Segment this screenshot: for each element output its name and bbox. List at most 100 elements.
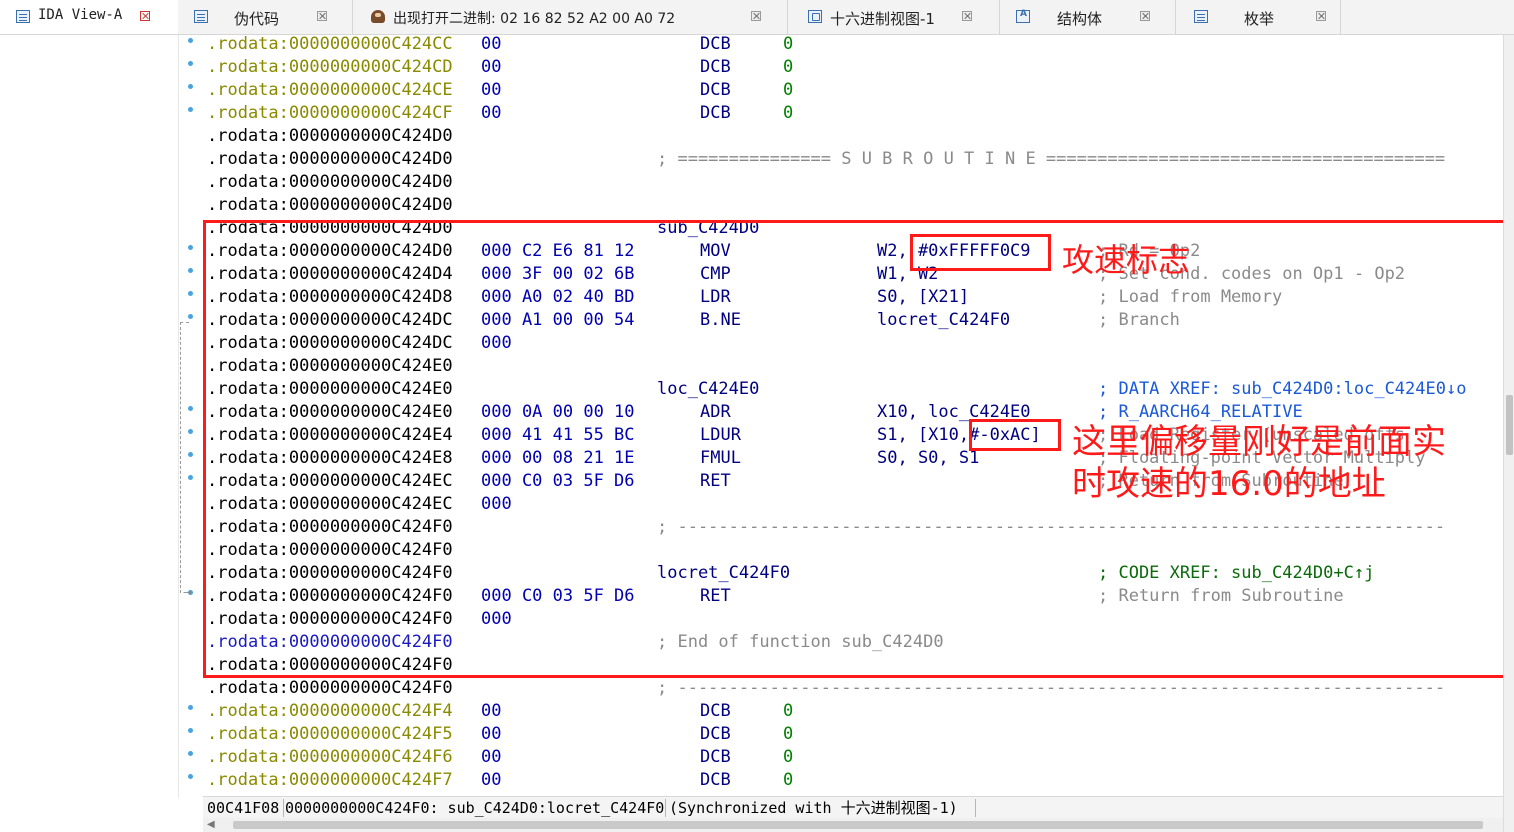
tab-label: 十六进制视图-1 xyxy=(830,10,935,28)
tab-label: 伪代码 xyxy=(234,10,280,28)
listing-row[interactable]: .rodata:0000000000C424CF 00 DCB 0 xyxy=(203,102,1503,125)
branch-arrow xyxy=(180,322,189,593)
address: .rodata:0000000000C424CF xyxy=(207,103,453,123)
opcode-bytes: 00 xyxy=(481,747,502,767)
data-value: 0 xyxy=(783,57,794,77)
tab-binary-search[interactable]: 出现打开二进制: 02 16 82 52 A2 00 A0 72 xyxy=(353,0,788,34)
horizontal-scroll-thumb[interactable] xyxy=(233,821,1483,829)
opcode-bytes: 00 xyxy=(481,103,502,123)
vertical-scroll-thumb[interactable] xyxy=(1506,395,1513,455)
arrows-gutter: → xyxy=(178,35,204,798)
structures-icon xyxy=(1016,9,1030,23)
listing-row[interactable]: .rodata:0000000000C424F0 ; --------------… xyxy=(203,677,1503,700)
listing-row[interactable]: .rodata:0000000000C424F6 00 DCB 0 xyxy=(203,746,1503,769)
breakpoint-dot[interactable] xyxy=(188,705,193,710)
ida-view-icon xyxy=(16,10,30,23)
close-icon[interactable] xyxy=(1140,11,1150,21)
separator-comment: ; =============== S U B R O U T I N E ==… xyxy=(657,149,1446,169)
breakpoint-dot[interactable] xyxy=(188,314,193,319)
tab-label: 出现打开二进制: 02 16 82 52 A2 00 A0 72 xyxy=(393,11,676,27)
offset-note-line1: 这里偏移量刚好是前面实 xyxy=(1072,422,1446,462)
breakpoint-dot[interactable] xyxy=(188,728,193,733)
pseudocode-icon xyxy=(194,10,208,23)
offset-note-line2: 时攻速的16.0的地址 xyxy=(1072,464,1386,504)
status-offset: 00C41F08 xyxy=(207,799,280,817)
close-icon[interactable] xyxy=(140,11,150,21)
address: .rodata:0000000000C424D0 xyxy=(207,149,453,169)
listing-row[interactable]: .rodata:0000000000C424D0 xyxy=(203,171,1503,194)
data-value: 0 xyxy=(783,80,794,100)
breakpoint-dot[interactable] xyxy=(188,774,193,779)
scroll-left-icon[interactable]: ◀ xyxy=(207,819,215,830)
data-value: 0 xyxy=(783,103,794,123)
breakpoint-dot[interactable] xyxy=(188,268,193,273)
data-value: 0 xyxy=(783,35,794,54)
listing-row[interactable]: .rodata:0000000000C424D0 xyxy=(203,125,1503,148)
listing-row[interactable]: .rodata:0000000000C424CD 00 DCB 0 xyxy=(203,56,1503,79)
user-avatar-icon xyxy=(371,10,385,23)
status-divider xyxy=(975,799,976,817)
breakpoint-dot[interactable] xyxy=(188,107,193,112)
opcode-bytes: 00 xyxy=(481,57,502,77)
mnemonic: DCB xyxy=(700,103,731,123)
address: .rodata:0000000000C424D0 xyxy=(207,126,453,146)
tab-label: 枚举 xyxy=(1244,10,1275,28)
data-value: 0 xyxy=(783,770,794,790)
address: .rodata:0000000000C424D0 xyxy=(207,172,453,192)
mnemonic: DCB xyxy=(700,80,731,100)
address: .rodata:0000000000C424CE xyxy=(207,80,453,100)
hex-view-icon xyxy=(808,10,822,23)
close-icon[interactable] xyxy=(317,11,327,21)
listing-row[interactable]: .rodata:0000000000C424CE 00 DCB 0 xyxy=(203,79,1503,102)
listing-row[interactable]: .rodata:0000000000C424F7 00 DCB 0 xyxy=(203,769,1503,792)
status-bar: 00C41F08 0000000000C424F0: sub_C424D0:lo… xyxy=(203,796,1503,820)
address: .rodata:0000000000C424F0 xyxy=(207,678,453,698)
address: .rodata:0000000000C424F7 xyxy=(207,770,453,790)
breakpoint-dot[interactable] xyxy=(188,245,193,250)
breakpoint-dot[interactable] xyxy=(188,751,193,756)
left-panel-blank xyxy=(0,35,178,832)
close-icon[interactable] xyxy=(1316,11,1326,21)
status-divider xyxy=(283,799,284,817)
breakpoint-dot[interactable] xyxy=(188,38,193,43)
tab-label: 结构体 xyxy=(1057,10,1103,28)
attack-speed-note: 攻速标志 xyxy=(1062,241,1191,279)
address: .rodata:0000000000C424F6 xyxy=(207,747,453,767)
address: .rodata:0000000000C424F5 xyxy=(207,724,453,744)
breakpoint-dot[interactable] xyxy=(188,291,193,296)
attack-speed-operand-box xyxy=(910,234,1051,271)
tab-enums[interactable]: 枚举 xyxy=(1176,0,1341,34)
listing-row[interactable]: .rodata:0000000000C424F5 00 DCB 0 xyxy=(203,723,1503,746)
vertical-scrollbar[interactable] xyxy=(1503,35,1514,832)
close-icon[interactable] xyxy=(962,11,972,21)
data-value: 0 xyxy=(783,701,794,721)
listing-row[interactable]: .rodata:0000000000C424D0 xyxy=(203,194,1503,217)
opcode-bytes: 00 xyxy=(481,35,502,54)
opcode-bytes: 00 xyxy=(481,724,502,744)
horizontal-scrollbar[interactable]: ◀ xyxy=(203,818,1503,832)
tab-bar: IDA View-A 伪代码 出现打开二进制: 02 16 82 52 A2 0… xyxy=(0,0,1514,35)
close-icon[interactable] xyxy=(751,11,761,21)
separator-comment: ; --------------------------------------… xyxy=(657,678,1446,698)
tab-pseudocode[interactable]: 伪代码 xyxy=(178,0,353,34)
listing-row[interactable]: .rodata:0000000000C424D0 ; ==============… xyxy=(203,148,1503,171)
offset-operand-box xyxy=(969,419,1061,451)
tab-structures[interactable]: 结构体 xyxy=(1000,0,1176,34)
address: .rodata:0000000000C424CC xyxy=(207,35,453,54)
address: .rodata:0000000000C424D0 xyxy=(207,195,453,215)
tab-hex-view-1[interactable]: 十六进制视图-1 xyxy=(788,0,1000,34)
breakpoint-dot[interactable] xyxy=(188,84,193,89)
breakpoint-dot[interactable] xyxy=(188,61,193,66)
mnemonic: DCB xyxy=(700,701,731,721)
data-value: 0 xyxy=(783,747,794,767)
status-location: 0000000000C424F0: sub_C424D0:locret_C424… xyxy=(285,799,665,817)
opcode-bytes: 00 xyxy=(481,701,502,721)
tab-ida-view-a[interactable]: IDA View-A xyxy=(0,0,178,34)
opcode-bytes: 00 xyxy=(481,770,502,790)
listing-row[interactable]: .rodata:0000000000C424CC 00 DCB 0 xyxy=(203,35,1503,56)
opcode-bytes: 00 xyxy=(481,80,502,100)
mnemonic: DCB xyxy=(700,770,731,790)
mnemonic: DCB xyxy=(700,35,731,54)
listing-row[interactable]: .rodata:0000000000C424F4 00 DCB 0 xyxy=(203,700,1503,723)
tab-label: IDA View-A xyxy=(38,7,123,23)
